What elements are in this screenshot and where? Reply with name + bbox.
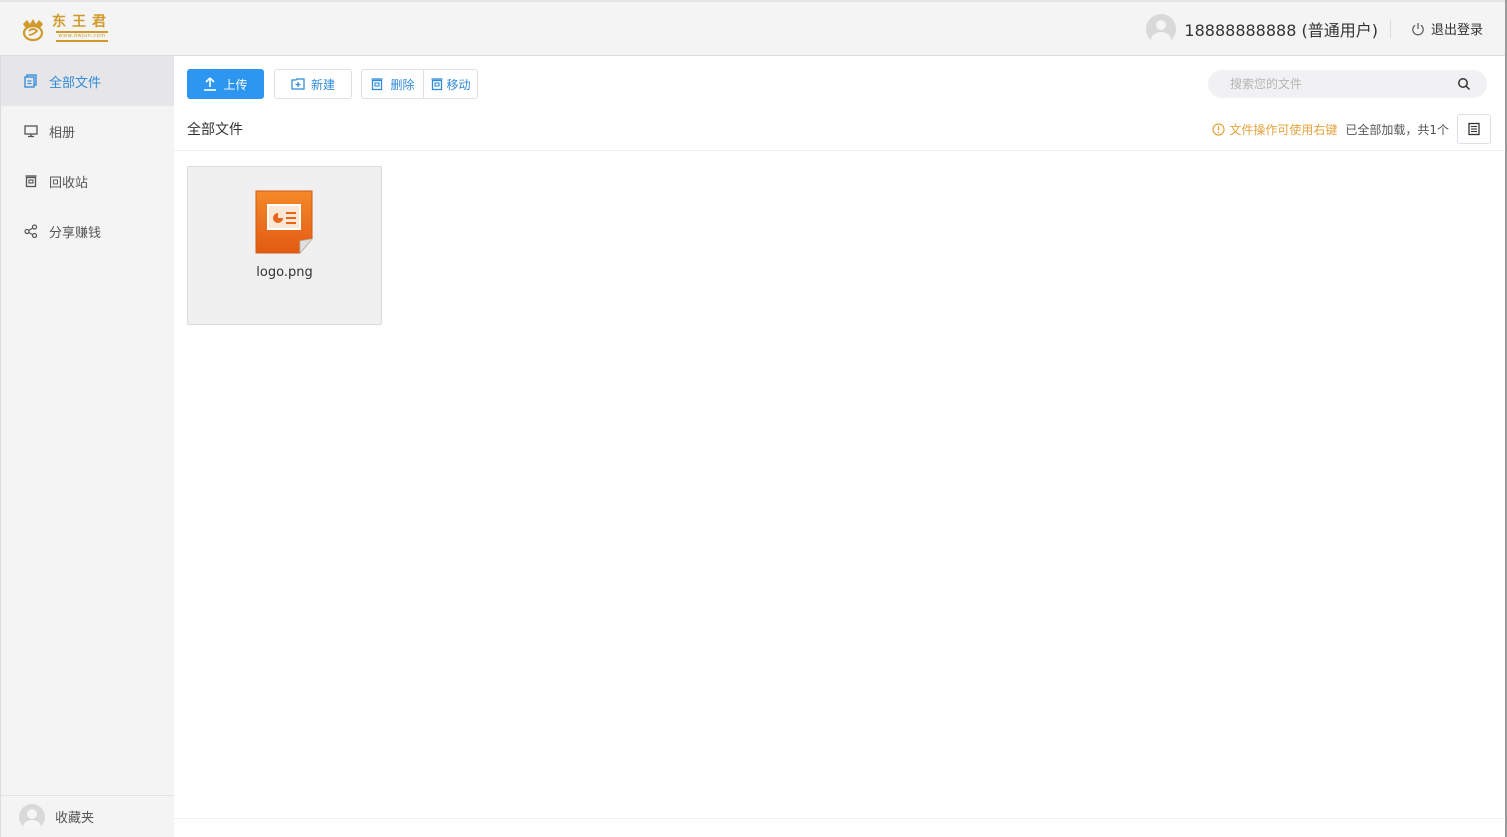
sidebar-item-recycle-bin[interactable]: 回收站 — [1, 156, 174, 206]
file-action-group: 删除 移动 — [361, 69, 478, 99]
status-area: 文件操作可使用右键 已全部加载，共1个 — [1212, 114, 1491, 144]
power-icon — [1412, 22, 1424, 35]
hint-text: 文件操作可使用右键 — [1229, 122, 1338, 137]
move-icon — [431, 78, 443, 91]
info-icon — [1212, 122, 1225, 136]
main-content: 上传 新建 删除 移动 搜索您的文件 全部文件 文件操作可使用右键 已全部加载，… — [174, 56, 1507, 837]
user-area: 18888888888 (普通用户) 退出登录 — [1146, 9, 1483, 49]
logout-button[interactable]: 退出登录 — [1411, 19, 1483, 38]
monitor-icon — [23, 123, 39, 139]
logo-url: www.dwjun.com — [56, 31, 108, 42]
new-button[interactable]: 新建 — [274, 69, 352, 99]
sidebar-item-label: 全部文件 — [49, 75, 102, 91]
header-divider-line — [174, 150, 1507, 151]
file-item[interactable]: logo.png — [187, 166, 382, 325]
user-label[interactable]: 18888888888 (普通用户) — [1184, 17, 1378, 41]
presentation-file-icon — [255, 190, 313, 255]
search-icon[interactable] — [1457, 77, 1471, 91]
sidebar-item-album[interactable]: 相册 — [1, 106, 174, 156]
footer-line — [174, 818, 1507, 819]
move-button[interactable]: 移动 — [423, 69, 478, 99]
view-toggle-button[interactable] — [1457, 114, 1491, 144]
loaded-status: 已全部加载，共1个 — [1345, 122, 1449, 137]
sidebar: 全部文件 相册 回收站 分享赚钱 收藏夹 — [0, 56, 174, 837]
avatar[interactable] — [1146, 13, 1177, 44]
share-icon — [23, 223, 39, 239]
top-header: 东王君 www.dwjun.com 18888888888 (普通用户) 退出登… — [0, 0, 1507, 56]
sidebar-item-all-files[interactable]: 全部文件 — [1, 56, 174, 106]
favorites-avatar — [19, 803, 45, 830]
crown-logo-icon — [22, 18, 44, 41]
header-divider — [1389, 19, 1391, 38]
trash-icon — [23, 173, 39, 189]
delete-label: 删除 — [390, 77, 415, 92]
list-view-icon — [1468, 122, 1480, 136]
files-icon — [23, 73, 39, 89]
page-title: 全部文件 — [187, 122, 243, 138]
file-name: logo.png — [256, 265, 313, 280]
toolbar: 上传 新建 删除 移动 — [187, 69, 478, 99]
favorites-label: 收藏夹 — [55, 811, 95, 826]
sidebar-item-label: 回收站 — [49, 175, 89, 191]
title-row: 全部文件 文件操作可使用右键 已全部加载，共1个 — [187, 114, 1491, 144]
favorites-entry[interactable]: 收藏夹 — [1, 795, 174, 837]
logout-label: 退出登录 — [1430, 23, 1483, 38]
new-folder-icon — [291, 78, 305, 90]
upload-icon — [204, 77, 217, 91]
delete-button[interactable]: 删除 — [361, 69, 424, 99]
logo-name: 东王君 — [52, 14, 112, 30]
sidebar-item-label: 分享赚钱 — [49, 225, 102, 241]
search-input[interactable] — [1228, 76, 1457, 92]
upload-label: 上传 — [223, 77, 248, 92]
new-label: 新建 — [310, 77, 335, 92]
trash-icon — [371, 78, 383, 91]
app-window: 东王君 www.dwjun.com 18888888888 (普通用户) 退出登… — [0, 0, 1507, 837]
sidebar-item-label: 相册 — [49, 125, 76, 141]
search-box — [1208, 70, 1487, 98]
brand-logo[interactable]: 东王君 www.dwjun.com — [20, 12, 112, 46]
upload-button[interactable]: 上传 — [187, 69, 264, 99]
sidebar-item-share[interactable]: 分享赚钱 — [1, 206, 174, 256]
move-label: 移动 — [446, 77, 471, 92]
right-click-hint: 文件操作可使用右键 — [1212, 121, 1337, 138]
